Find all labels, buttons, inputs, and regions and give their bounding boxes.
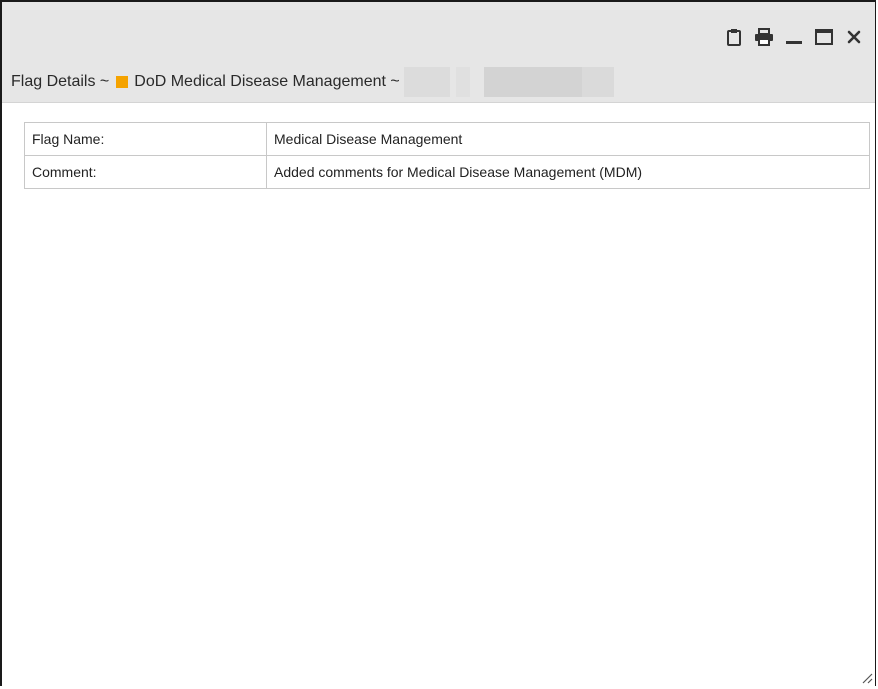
print-button[interactable] — [749, 24, 779, 50]
window-content: Flag Name: Medical Disease Management Co… — [2, 103, 875, 686]
window-titlebar[interactable]: Flag Details ~ DoD Medical Disease Manag… — [2, 2, 875, 103]
maximize-button[interactable] — [809, 24, 839, 50]
flag-name-value: Medical Disease Management — [266, 122, 870, 156]
clipboard-button[interactable] — [719, 24, 749, 50]
redacted-patient-id — [581, 67, 614, 97]
flag-title: DoD Medical Disease Management ~ — [134, 73, 400, 90]
close-icon — [847, 30, 861, 44]
window-controls — [719, 24, 869, 50]
window-title: Flag Details ~ DoD Medical Disease Manag… — [11, 67, 614, 97]
redacted-patient-name — [403, 67, 450, 97]
redacted-patient-id — [483, 67, 582, 97]
maximize-icon — [815, 29, 833, 45]
flag-details-table: Flag Name: Medical Disease Management Co… — [24, 122, 870, 189]
comment-value: Added comments for Medical Disease Manag… — [266, 155, 870, 189]
flag-name-label: Flag Name: — [24, 122, 267, 156]
title-prefix: Flag Details ~ — [11, 73, 110, 90]
redacted-patient-name — [455, 67, 470, 97]
minimize-icon — [785, 28, 803, 46]
flag-color-swatch — [116, 76, 129, 88]
clipboard-icon — [726, 28, 742, 46]
minimize-button[interactable] — [779, 24, 809, 50]
flag-details-window: Flag Details ~ DoD Medical Disease Manag… — [0, 0, 876, 686]
resize-grip-icon[interactable] — [859, 670, 873, 684]
table-row: Flag Name: Medical Disease Management — [24, 122, 870, 156]
print-icon — [754, 28, 774, 46]
table-row: Comment: Added comments for Medical Dise… — [24, 155, 870, 189]
close-button[interactable] — [839, 24, 869, 50]
comment-label: Comment: — [24, 155, 267, 189]
